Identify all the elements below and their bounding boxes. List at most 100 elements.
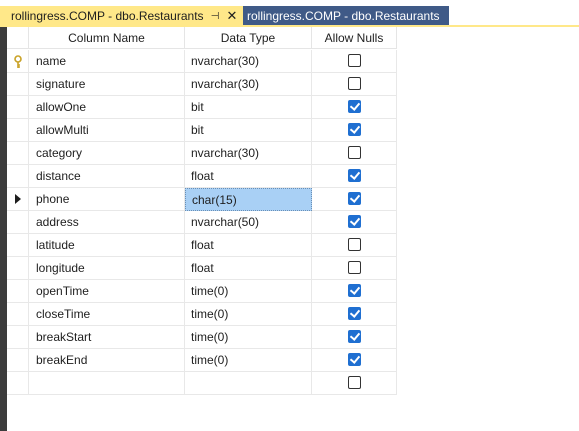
data-type-cell[interactable] xyxy=(185,372,312,395)
row-selector[interactable] xyxy=(7,372,29,395)
table-row[interactable]: closeTime time(0) xyxy=(7,303,397,326)
table-row[interactable]: name nvarchar(30) xyxy=(7,50,397,73)
allow-nulls-cell xyxy=(312,234,397,257)
allow-nulls-cell xyxy=(312,349,397,372)
row-selector[interactable] xyxy=(7,211,29,234)
column-name-cell[interactable]: distance xyxy=(29,165,185,188)
table-row[interactable]: breakEnd time(0) xyxy=(7,349,397,372)
data-type-cell[interactable]: float xyxy=(185,165,312,188)
data-type-cell[interactable]: float xyxy=(185,234,312,257)
row-selector[interactable] xyxy=(7,188,29,211)
table-row[interactable]: allowOne bit xyxy=(7,96,397,119)
data-type-cell[interactable]: float xyxy=(185,257,312,280)
row-selector[interactable] xyxy=(7,234,29,257)
allow-nulls-checkbox[interactable] xyxy=(347,123,361,136)
data-type-cell[interactable]: nvarchar(50) xyxy=(185,211,312,234)
row-selector[interactable] xyxy=(7,280,29,303)
allow-nulls-checkbox[interactable] xyxy=(347,353,361,366)
column-name-cell[interactable]: allowOne xyxy=(29,96,185,119)
allow-nulls-checkbox[interactable] xyxy=(347,77,361,90)
table-row[interactable] xyxy=(7,372,397,395)
allow-nulls-cell xyxy=(312,96,397,119)
table-row[interactable]: category nvarchar(30) xyxy=(7,142,397,165)
close-icon[interactable]: ✕ xyxy=(226,6,238,27)
data-type-cell[interactable]: time(0) xyxy=(185,280,312,303)
allow-nulls-cell xyxy=(312,50,397,73)
document-left-border xyxy=(0,27,7,431)
data-type-cell[interactable]: nvarchar(30) xyxy=(185,50,312,73)
data-type-cell[interactable]: nvarchar(30) xyxy=(185,73,312,96)
allow-nulls-checkbox[interactable] xyxy=(347,100,361,113)
row-selector[interactable] xyxy=(7,257,29,280)
allow-nulls-checkbox[interactable] xyxy=(347,307,361,320)
column-name-cell[interactable]: signature xyxy=(29,73,185,96)
column-name-cell[interactable]: address xyxy=(29,211,185,234)
row-selector[interactable] xyxy=(7,119,29,142)
allow-nulls-checkbox[interactable] xyxy=(347,376,361,389)
allow-nulls-cell xyxy=(312,326,397,349)
data-type-cell[interactable]: nvarchar(30) xyxy=(185,142,312,165)
tab-label: rollingress.COMP - dbo.Restaurants xyxy=(11,9,204,23)
allow-nulls-cell xyxy=(312,188,397,211)
table-row[interactable]: openTime time(0) xyxy=(7,280,397,303)
grid-header-row: Column Name Data Type Allow Nulls xyxy=(7,27,397,50)
column-name-cell[interactable]: allowMulti xyxy=(29,119,185,142)
tab-restaurants-inactive[interactable]: rollingress.COMP - dbo.Restaurants xyxy=(243,6,449,27)
allow-nulls-checkbox[interactable] xyxy=(347,54,361,67)
allow-nulls-header[interactable]: Allow Nulls xyxy=(312,27,397,49)
column-name-cell[interactable]: closeTime xyxy=(29,303,185,326)
data-type-cell[interactable]: time(0) xyxy=(185,303,312,326)
row-selector[interactable] xyxy=(7,96,29,119)
table-row[interactable]: latitude float xyxy=(7,234,397,257)
column-name-cell[interactable]: latitude xyxy=(29,234,185,257)
data-type-cell[interactable]: char(15) xyxy=(185,188,312,211)
allow-nulls-checkbox[interactable] xyxy=(347,238,361,251)
allow-nulls-checkbox[interactable] xyxy=(347,192,361,205)
data-type-cell[interactable]: time(0) xyxy=(185,326,312,349)
column-name-cell[interactable]: breakEnd xyxy=(29,349,185,372)
allow-nulls-checkbox[interactable] xyxy=(347,215,361,228)
table-row[interactable]: phone char(15) xyxy=(7,188,397,211)
allow-nulls-checkbox[interactable] xyxy=(347,330,361,343)
column-name-header[interactable]: Column Name xyxy=(29,27,185,49)
pin-icon[interactable]: ⊣ xyxy=(209,6,221,27)
current-row-arrow-icon xyxy=(14,194,21,204)
row-selector[interactable] xyxy=(7,73,29,96)
allow-nulls-cell xyxy=(312,119,397,142)
data-type-cell[interactable]: bit xyxy=(185,119,312,142)
allow-nulls-cell xyxy=(312,303,397,326)
column-name-cell[interactable]: openTime xyxy=(29,280,185,303)
allow-nulls-checkbox[interactable] xyxy=(347,261,361,274)
allow-nulls-cell xyxy=(312,372,397,395)
allow-nulls-checkbox[interactable] xyxy=(347,169,361,182)
column-name-cell[interactable]: breakStart xyxy=(29,326,185,349)
table-row[interactable]: longitude float xyxy=(7,257,397,280)
document-tab-strip: rollingress.COMP - dbo.Restaurants ⊣ ✕ r… xyxy=(0,0,579,27)
allow-nulls-checkbox[interactable] xyxy=(347,284,361,297)
table-row[interactable]: allowMulti bit xyxy=(7,119,397,142)
allow-nulls-cell xyxy=(312,280,397,303)
allow-nulls-checkbox[interactable] xyxy=(347,146,361,159)
column-name-cell[interactable]: category xyxy=(29,142,185,165)
row-selector[interactable] xyxy=(7,349,29,372)
column-name-cell[interactable] xyxy=(29,372,185,395)
row-selector-header[interactable] xyxy=(7,27,29,49)
table-row[interactable]: distance float xyxy=(7,165,397,188)
row-selector[interactable] xyxy=(7,142,29,165)
tab-restaurants-active[interactable]: rollingress.COMP - dbo.Restaurants ⊣ ✕ xyxy=(0,6,243,27)
data-type-cell[interactable]: time(0) xyxy=(185,349,312,372)
column-name-cell[interactable]: longitude xyxy=(29,257,185,280)
table-row[interactable]: signature nvarchar(30) xyxy=(7,73,397,96)
column-name-cell[interactable]: phone xyxy=(29,188,185,211)
data-type-cell[interactable]: bit xyxy=(185,96,312,119)
allow-nulls-cell xyxy=(312,142,397,165)
row-selector[interactable] xyxy=(7,303,29,326)
allow-nulls-cell xyxy=(312,211,397,234)
data-type-header[interactable]: Data Type xyxy=(185,27,312,49)
column-name-cell[interactable]: name xyxy=(29,50,185,73)
row-selector[interactable] xyxy=(7,165,29,188)
table-row[interactable]: breakStart time(0) xyxy=(7,326,397,349)
row-selector[interactable] xyxy=(7,326,29,349)
table-row[interactable]: address nvarchar(50) xyxy=(7,211,397,234)
row-selector[interactable] xyxy=(7,50,29,73)
